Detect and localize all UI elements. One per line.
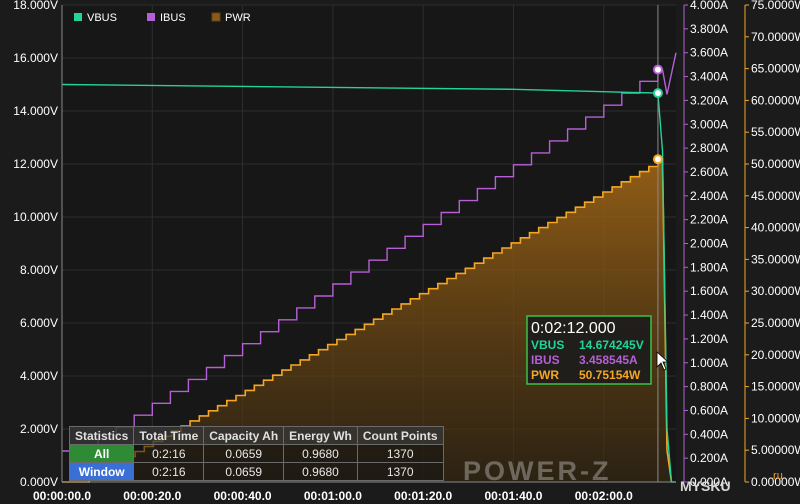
tick-label-right-watts: 50.0000W [751,157,800,171]
tick-label-right-amps: 0.600A [690,403,728,417]
tick-label-left: 4.000V [20,369,58,383]
tick-label-right-amps: 1.200A [690,332,728,346]
tick-label-right-amps: 3.000A [690,117,728,131]
tick-label-right-amps: 1.800A [690,260,728,274]
stat-header-total-time: Total Time [133,426,205,445]
tick-label-right-watts: 55.0000W [751,125,800,139]
tick-label-right-amps: 3.800A [690,22,728,36]
statistics-table: Statistics Total Time Capacity Ah Energy… [68,426,444,481]
stat-header-capacity: Capacity Ah [203,426,285,445]
legend-label-pwr: PWR [225,12,251,24]
cursor-marker-pwr [652,154,663,165]
watermark: MYSKU [680,478,731,494]
tick-label-right-watts: 20.0000W [751,348,800,362]
tick-label-x: 00:00:40.0 [214,489,272,503]
stat-window-energy: 0.9680 [283,462,358,481]
tick-label-left: 14.000V [13,104,58,118]
tick-label-left: 16.000V [13,51,58,65]
tooltip-ibus-value: 3.458545A [579,353,638,367]
tick-label-right-amps: 0.200A [690,451,728,465]
tick-label-right-amps: 2.000A [690,237,728,251]
stat-row-all-button[interactable]: All [68,444,135,463]
tick-label-right-watts: 60.0000W [751,93,800,107]
legend: VBUS IBUS PWR [74,12,251,24]
tooltip-pwr-value: 50.75154W [579,368,641,382]
stat-window-count: 1370 [356,462,444,481]
table-row: Window 0:2:16 0.0659 0.9680 1370 [68,462,444,481]
table-row: All 0:2:16 0.0659 0.9680 1370 [68,444,444,463]
tooltip-time: 0:02:12.000 [531,320,616,337]
tick-label-x: 00:02:00.0 [575,489,633,503]
legend-swatch-vbus [74,13,82,21]
tick-label-right-watts: 35.0000W [751,252,800,266]
stat-header-statistics: Statistics [68,426,135,445]
tick-label-right-watts: 65.0000W [751,62,800,76]
tick-label-left: 6.000V [20,316,58,330]
stat-row-window-button[interactable]: Window [68,462,135,481]
legend-swatch-ibus [147,13,155,21]
stat-window-capacity: 0.0659 [203,462,285,481]
tick-label-x: 00:01:40.0 [484,489,542,503]
stat-header-count: Count Points [356,426,444,445]
tick-label-right-amps: 0.800A [690,380,728,394]
stat-all-energy: 0.9680 [283,444,358,463]
tick-label-right-watts: 45.0000W [751,189,800,203]
tick-label-right-watts: 5.00000W [751,443,800,457]
cursor-marker-vbus [652,88,663,99]
stat-header-energy: Energy Wh [283,426,358,445]
legend-swatch-pwr [211,12,221,22]
tick-label-right-amps: 2.600A [690,165,728,179]
tick-label-right-amps: 3.200A [690,93,728,107]
tick-label-left: 8.000V [20,263,58,277]
legend-label-ibus: IBUS [160,12,186,24]
tooltip-pwr-label: PWR [531,368,559,382]
tick-label-right-watts: 40.0000W [751,221,800,235]
tick-label-right-watts: 25.0000W [751,316,800,330]
tick-label-right-watts: 75.0000W [751,0,800,12]
tick-label-left: 0.000V [20,475,58,489]
tick-label-right-amps: 1.000A [690,356,728,370]
tick-label-left: 18.000V [13,0,58,12]
tick-label-right-amps: 0.400A [690,427,728,441]
tick-label-right-amps: 1.400A [690,308,728,322]
tick-label-right-watts: 15.0000W [751,380,800,394]
tooltip-vbus-label: VBUS [531,338,564,352]
stat-all-count: 1370 [356,444,444,463]
tooltip-ibus-label: IBUS [531,353,560,367]
tick-label-right-watts: 10.0000W [751,411,800,425]
stat-all-capacity: 0.0659 [203,444,285,463]
tick-label-right-amps: 2.400A [690,189,728,203]
stat-window-total-time: 0:2:16 [133,462,205,481]
cursor-tooltip: 0:02:12.000 VBUS 14.674245V IBUS 3.45854… [526,315,652,385]
watermark-suffix: .ru [770,470,783,482]
tick-label-left: 12.000V [13,157,58,171]
statistics-header-row: Statistics Total Time Capacity Ah Energy… [68,426,444,445]
tick-label-left: 10.000V [13,210,58,224]
tick-label-right-watts: 30.0000W [751,284,800,298]
legend-label-vbus: VBUS [87,12,117,24]
tick-label-right-amps: 1.600A [690,284,728,298]
axis-right-amps: 0.000A0.200A0.400A0.600A0.800A1.000A1.20… [683,0,728,489]
tick-label-left: 2.000V [20,422,58,436]
tick-label-right-amps: 4.000A [690,0,728,12]
tick-label-right-watts: 70.0000W [751,30,800,44]
tick-label-right-amps: 2.800A [690,141,728,155]
cursor-marker-ibus [652,64,663,75]
tick-label-x: 00:01:00.0 [304,489,362,503]
tick-label-right-amps: 2.200A [690,213,728,227]
tooltip-vbus-value: 14.674245V [579,338,644,352]
stat-all-total-time: 0:2:16 [133,444,205,463]
tick-label-right-amps: 3.600A [690,46,728,60]
tick-label-x: 00:00:00.0 [33,489,91,503]
tick-label-x: 00:01:20.0 [394,489,452,503]
tick-label-right-amps: 3.400A [690,70,728,84]
tick-label-x: 00:00:20.0 [123,489,181,503]
power-z-logo: POWER-Z [463,456,612,486]
